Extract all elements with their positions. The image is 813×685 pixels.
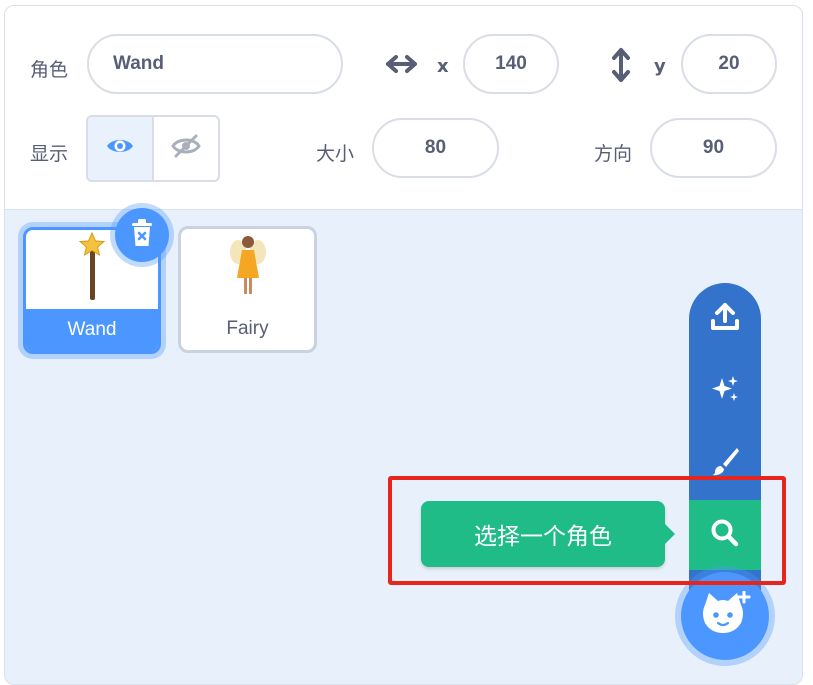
eye-icon	[105, 135, 135, 162]
sprite-tile-fairy[interactable]: Fairy	[178, 226, 317, 353]
upload-icon	[709, 301, 741, 338]
direction-label: 方向	[594, 143, 633, 165]
x-label: x	[437, 56, 449, 77]
paint-brush-icon	[709, 445, 741, 482]
fairy-icon	[228, 232, 268, 305]
wand-icon	[77, 231, 107, 307]
show-button[interactable]	[88, 117, 152, 180]
sprite-pane: 角色 Wand x 140 y 20 显示 大小 80 方向 90 Wand F…	[4, 5, 803, 685]
y-label: y	[654, 56, 666, 77]
search-icon	[709, 517, 741, 554]
show-label: 显示	[30, 143, 69, 165]
choose-sprite-button[interactable]	[689, 500, 761, 570]
tooltip-arrow	[665, 524, 675, 544]
sprite-name-input[interactable]: Wand	[87, 34, 343, 94]
sprite-tile-label: Wand	[26, 309, 158, 351]
size-label: 大小	[316, 143, 355, 165]
sprite-info-panel: 角色 Wand x 140 y 20 显示 大小 80 方向 90	[5, 6, 802, 210]
paint-sprite-button[interactable]	[689, 427, 761, 499]
x-input[interactable]: 140	[463, 34, 559, 94]
surprise-sparkle-icon	[709, 373, 741, 410]
sprite-tile-label: Fairy	[226, 318, 269, 339]
tooltip-text: 选择一个角色	[474, 524, 612, 550]
choose-sprite-tooltip: 选择一个角色	[421, 501, 675, 567]
add-sprite-menu	[689, 283, 761, 603]
hide-button[interactable]	[152, 117, 218, 180]
surprise-sprite-button[interactable]	[689, 355, 761, 427]
trash-icon	[129, 218, 155, 253]
size-input[interactable]: 80	[372, 118, 499, 178]
visibility-toggle-group	[86, 115, 220, 182]
eye-hidden-icon	[171, 133, 201, 164]
cat-add-icon	[699, 590, 751, 642]
sprite-thumbnail	[181, 229, 314, 308]
direction-input[interactable]: 90	[650, 118, 777, 178]
horizontal-arrows-icon	[385, 53, 418, 80]
y-input[interactable]: 20	[681, 34, 777, 94]
upload-sprite-button[interactable]	[689, 283, 761, 355]
add-sprite-button[interactable]	[681, 572, 769, 660]
sprite-name-label: 角色	[30, 59, 69, 81]
vertical-arrows-icon	[610, 47, 632, 88]
delete-sprite-button[interactable]	[115, 208, 169, 262]
